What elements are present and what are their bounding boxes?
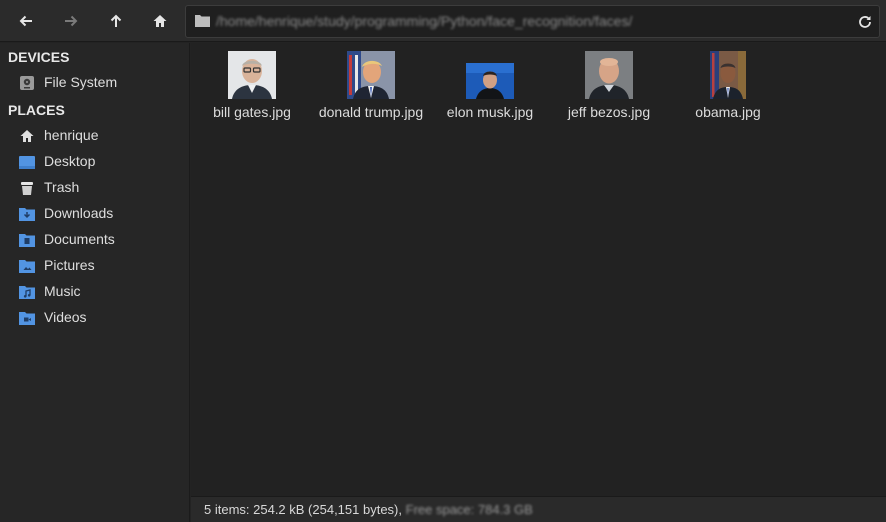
sidebar-item-label: Desktop (44, 153, 96, 169)
sidebar-item-downloads[interactable]: Downloads (0, 201, 189, 227)
file-item[interactable]: elon musk.jpg (430, 51, 550, 127)
arrow-up-icon (110, 14, 122, 27)
sidebar-item-file-system[interactable]: File System (0, 70, 189, 96)
file-item[interactable]: bill gates.jpg (192, 51, 312, 127)
music-folder-icon (19, 286, 35, 299)
status-free-space: Free space: 784.3 GB (405, 502, 533, 517)
file-view: bill gates.jpg donald trump.jpg elon mus… (191, 43, 886, 496)
file-name: bill gates.jpg (213, 104, 291, 120)
sidebar-item-label: Music (44, 283, 81, 299)
back-button[interactable] (12, 7, 40, 35)
drive-icon (20, 76, 34, 90)
arrow-left-icon (19, 15, 32, 27)
arrow-right-icon (65, 15, 78, 27)
sidebar-item-label: Trash (44, 179, 80, 195)
trash-icon (21, 182, 33, 195)
videos-folder-icon (19, 312, 35, 325)
up-button[interactable] (102, 7, 130, 35)
folder-icon (195, 15, 210, 27)
sidebar-item-label: Downloads (44, 205, 114, 221)
status-summary: 5 items: 254.2 kB (254,151 bytes), (204, 502, 402, 517)
status-bar: 5 items: 254.2 kB (254,151 bytes), Free … (191, 496, 886, 522)
image-thumbnail (466, 63, 514, 99)
image-thumbnail (228, 51, 276, 99)
image-thumbnail (710, 51, 746, 99)
sidebar-item-music[interactable]: Music (0, 279, 189, 305)
downloads-folder-icon (19, 208, 35, 221)
places-heading: PLACES (8, 102, 65, 118)
image-thumbnail (347, 51, 395, 99)
location-bar[interactable]: /home/henrique/study/programming/Python/… (185, 5, 880, 38)
home-button[interactable] (146, 7, 174, 35)
devices-heading: DEVICES (8, 49, 70, 65)
location-path[interactable]: /home/henrique/study/programming/Python/… (216, 13, 632, 29)
home-icon (20, 130, 34, 142)
sidebar-item-label: Documents (44, 231, 115, 247)
file-name: obama.jpg (695, 104, 761, 120)
documents-folder-icon (19, 234, 35, 247)
image-thumbnail (585, 51, 633, 99)
toolbar: /home/henrique/study/programming/Python/… (0, 0, 886, 42)
sidebar-item-pictures[interactable]: Pictures (0, 253, 189, 279)
file-name: jeff bezos.jpg (567, 104, 651, 120)
sidebar-item-label: Pictures (44, 257, 95, 273)
forward-button[interactable] (57, 7, 85, 35)
sidebar-item-videos[interactable]: Videos (0, 305, 189, 331)
sidebar-item-desktop[interactable]: Desktop (0, 149, 189, 175)
file-name: donald trump.jpg (318, 104, 424, 120)
file-name: elon musk.jpg (446, 104, 534, 120)
file-item[interactable]: donald trump.jpg (311, 51, 431, 127)
sidebar-item-henrique[interactable]: henrique (0, 123, 189, 149)
desktop-folder-icon (19, 156, 35, 169)
pictures-folder-icon (19, 260, 35, 273)
sidebar-item-label: henrique (44, 127, 99, 143)
sidebar-item-documents[interactable]: Documents (0, 227, 189, 253)
reload-icon[interactable] (856, 13, 874, 31)
sidebar: DEVICES File System PLACES henrique Desk… (0, 43, 190, 522)
file-item[interactable]: jeff bezos.jpg (549, 51, 669, 127)
sidebar-item-trash[interactable]: Trash (0, 175, 189, 201)
sidebar-item-label: Videos (44, 309, 87, 325)
file-item[interactable]: obama.jpg (668, 51, 788, 127)
home-icon (153, 15, 167, 27)
status-text: 5 items: 254.2 kB (254,151 bytes), Free … (204, 502, 533, 517)
sidebar-item-label: File System (44, 74, 118, 90)
